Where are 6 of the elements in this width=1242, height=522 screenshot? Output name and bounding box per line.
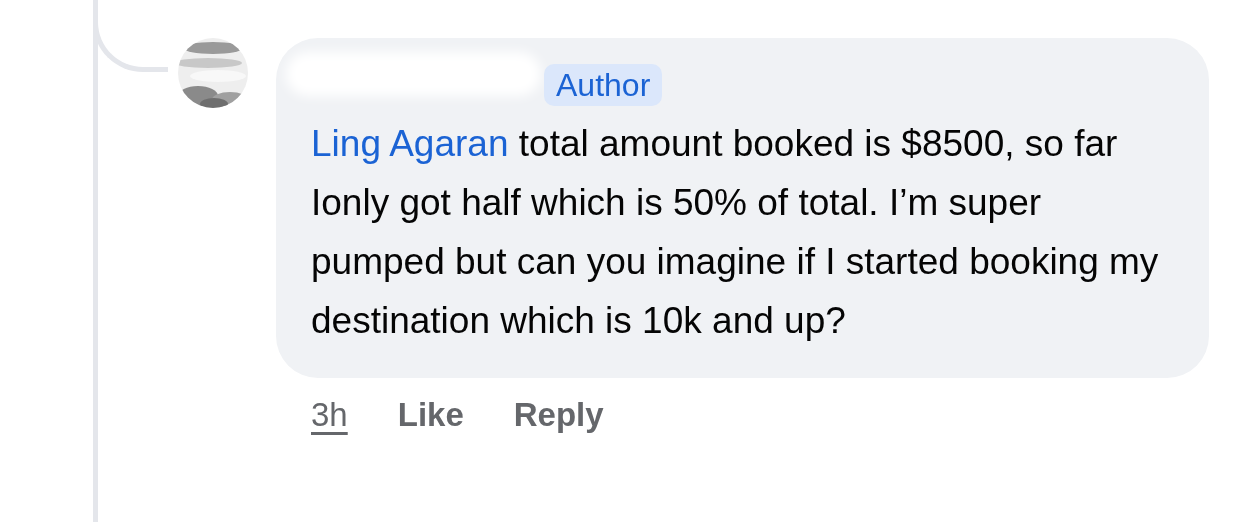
mention-link[interactable]: Ling Agaran — [311, 123, 509, 164]
timestamp-link[interactable]: 3h — [311, 396, 348, 434]
author-badge: Author — [544, 64, 663, 106]
reply-button[interactable]: Reply — [513, 396, 604, 434]
like-button[interactable]: Like — [397, 396, 464, 434]
comment-text: Ling Agaran total amount booked is $8500, so far Ionly got half which is 50% of total. I’m super pumped but can you imagine if I started booking my destination which is 10k and up? — [311, 122, 1160, 343]
